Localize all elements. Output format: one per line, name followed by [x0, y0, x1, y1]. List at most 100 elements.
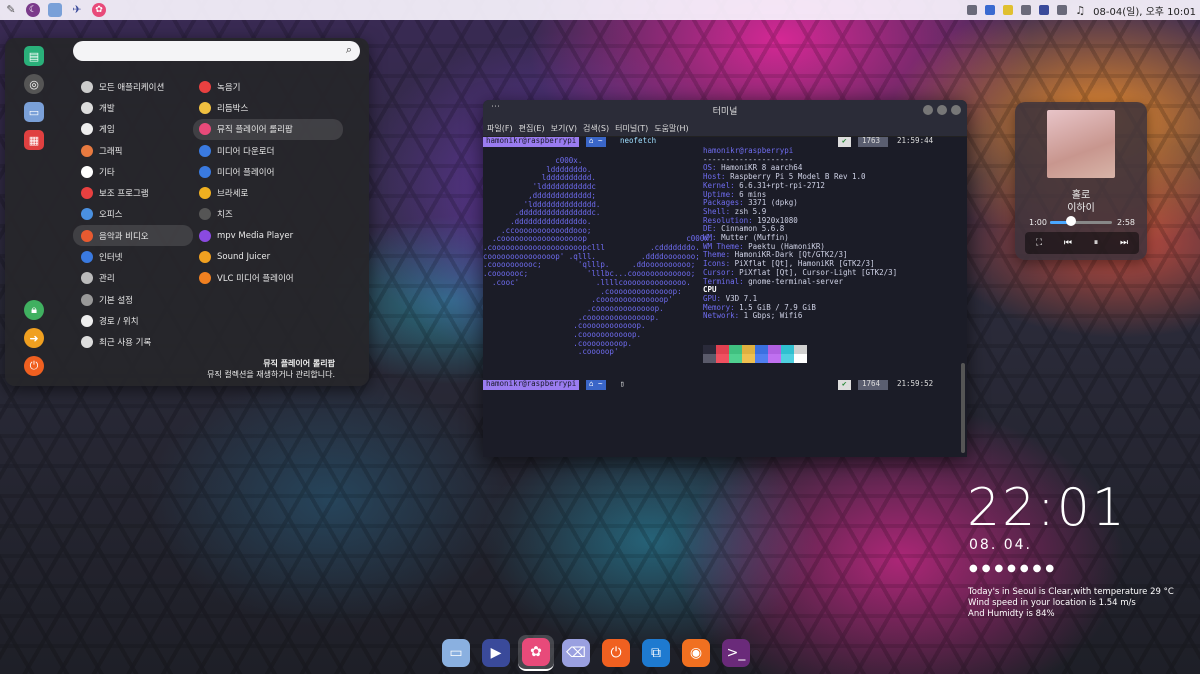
app-description: 뮤직 플레이어 롤리팝 뮤직 컬렉션을 재생하거나 관리합니다. [207, 358, 335, 380]
video-player-icon[interactable]: ▶ [478, 635, 514, 671]
internet-icon [81, 251, 93, 264]
info-key: WM Theme: [703, 241, 749, 251]
check-icon: ✔ [838, 136, 851, 147]
firefox-icon[interactable]: ◉ [678, 635, 714, 671]
menu-view[interactable]: 보기(V) [551, 123, 577, 134]
app-item[interactable]: Sound Juicer [193, 246, 343, 267]
app-store-icon[interactable]: ▤ [24, 46, 44, 66]
start-menu: ▤ ◎ ▭ ▦ 🔒︎ ➜ ⏻ ⌕ 모든 애플리케이션 개발 게임 그래픽 기타 보조 프로… [5, 38, 369, 386]
app-label: mpv Media Player [217, 230, 294, 241]
bluetooth-icon[interactable] [985, 5, 996, 15]
category-item[interactable]: 경로 / 위치 [73, 310, 193, 331]
volume-icon[interactable] [1057, 5, 1068, 15]
palette-swatch [755, 354, 768, 363]
info-key: Network: [703, 311, 744, 321]
album-cover [1047, 110, 1115, 178]
minimize-button[interactable] [923, 105, 933, 115]
menu-terminal[interactable]: 터미널(T) [615, 123, 648, 134]
menu-search-input[interactable] [73, 41, 323, 61]
menu-file[interactable]: 파일(F) [487, 123, 513, 134]
system-icon[interactable]: ◎ [24, 74, 44, 94]
logout-icon[interactable]: ➜ [24, 328, 44, 348]
weather-text: Today's in Seoul is Clear,with temperatu… [968, 587, 1174, 620]
power-icon[interactable]: ⏻ [598, 635, 634, 671]
category-item[interactable]: 게임 [73, 119, 193, 140]
keyboard-icon[interactable] [1039, 5, 1050, 15]
power-icon[interactable]: ⏻ [24, 356, 44, 376]
prompt-time: 21:59:44 [897, 136, 934, 145]
terminal-scrollbar[interactable] [961, 363, 965, 453]
dev-icon [81, 101, 93, 114]
terminal-titlebar[interactable]: ⋯ 터미널 [483, 100, 967, 120]
menu-search-box[interactable]: ⌕ [73, 41, 360, 61]
category-item[interactable]: 모든 애플리케이션 [73, 76, 193, 97]
category-item[interactable]: 보조 프로그램 [73, 182, 193, 203]
app-item[interactable]: 브라세로 [193, 182, 343, 203]
files-icon[interactable]: ▭ [438, 635, 474, 671]
files-icon[interactable]: ▭ [24, 102, 44, 122]
app-label: 뮤직 플레이어 롤리팝 [217, 125, 293, 136]
lock-icon[interactable]: 🔒︎ [24, 300, 44, 320]
files-icon[interactable] [48, 3, 62, 17]
category-item[interactable]: 오피스 [73, 204, 193, 225]
clipboard-icon[interactable] [1021, 5, 1032, 15]
palette-swatch [794, 354, 807, 363]
next-icon[interactable]: ⏭ [1120, 238, 1128, 248]
info-value: 1 Gbps; Wifi6 [743, 311, 803, 321]
panel-clock[interactable]: 08-04(일), 오후 10:01 [1093, 3, 1196, 18]
app-item[interactable]: 녹음기 [193, 76, 343, 97]
moon-icon[interactable]: ☾ [26, 3, 40, 17]
info-value: -------------------- [703, 154, 794, 164]
music-icon[interactable]: ♫ [1075, 4, 1085, 17]
category-item[interactable]: 기타 [73, 161, 193, 182]
menu-edit[interactable]: 편집(E) [519, 123, 545, 134]
calendar-icon[interactable]: ▦ [24, 130, 44, 150]
category-item[interactable]: 관리 [73, 268, 193, 289]
fullscreen-icon[interactable]: ⛶ [1036, 238, 1042, 248]
vscode-icon[interactable]: ⧉ [638, 635, 674, 671]
category-item[interactable]: 최근 사용 기록 [73, 332, 193, 353]
category-item[interactable]: 음악과 비디오 [73, 225, 193, 247]
category-item[interactable]: 그래픽 [73, 140, 193, 161]
close-button[interactable] [951, 105, 961, 115]
previous-icon[interactable]: ⏮ [1064, 238, 1072, 248]
app-item[interactable]: 리듬박스 [193, 97, 343, 118]
music-lollypop-icon[interactable]: ✿ [518, 635, 554, 671]
app-icon [199, 187, 211, 200]
menu-dots-icon[interactable]: ⋯ [491, 102, 500, 112]
info-key: Resolution: [703, 215, 758, 225]
grid-icon [81, 80, 93, 93]
app-item[interactable]: 미디어 다운로더 [193, 140, 343, 161]
terminal-output[interactable]: hamonikr@raspberrypi ⌂ ~ neofetch ✔ 1763… [483, 136, 967, 457]
menu-sidebar: ▤ ◎ ▭ ▦ 🔒︎ ➜ ⏻ [5, 38, 63, 386]
app-item[interactable]: VLC 미디어 플레이어 [193, 268, 343, 289]
info-key: Packages: [703, 198, 749, 208]
pause-icon[interactable]: ⏸ [1094, 238, 1099, 248]
app-item[interactable]: 치즈 [193, 204, 343, 225]
info-value: Mutter (Muffin) [721, 233, 789, 243]
prompt-user: hamonikr@raspberrypi [483, 379, 580, 390]
app-item[interactable]: mpv Media Player [193, 225, 343, 246]
pencil-icon[interactable]: ✎ [4, 3, 18, 17]
menu-help[interactable]: 도움말(H) [654, 123, 688, 134]
pinwheel-icon[interactable]: ✿ [92, 3, 106, 17]
network-icon[interactable] [967, 5, 978, 15]
admin-icon [81, 272, 93, 285]
category-item[interactable]: 인터넷 [73, 246, 193, 267]
weather-line: And Humidty is 84% [968, 609, 1055, 619]
category-item[interactable]: 기본 설정 [73, 289, 193, 310]
app-item[interactable]: 뮤직 플레이어 롤리팝 [193, 118, 343, 140]
terminal-window[interactable]: ⋯ 터미널 파일(F) 편집(E) 보기(V) 검색(S) 터미널(T) 도움말… [483, 100, 967, 457]
menu-search[interactable]: 검색(S) [583, 123, 609, 134]
recent-icon [81, 336, 93, 349]
trash-icon[interactable]: ⌫ [558, 635, 594, 671]
satellite-icon[interactable]: ✈ [70, 3, 84, 17]
progress-knob[interactable] [1066, 216, 1077, 226]
app-item[interactable]: 미디어 플레이어 [193, 161, 343, 182]
terminal-icon[interactable]: >_ [718, 635, 754, 671]
notes-icon[interactable] [1003, 5, 1014, 15]
progress-bar[interactable] [1050, 221, 1112, 224]
info-value: zsh 5.9 [734, 206, 767, 216]
category-item[interactable]: 개발 [73, 97, 193, 118]
maximize-button[interactable] [937, 105, 947, 115]
